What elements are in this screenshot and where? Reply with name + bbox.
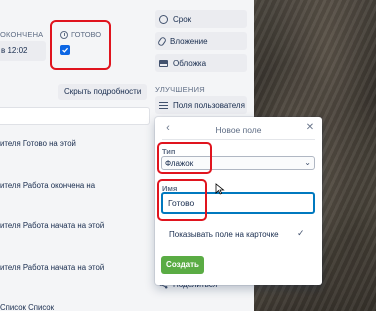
clock-icon [159,14,168,24]
comment-input[interactable] [0,107,150,125]
hide-details-button[interactable]: Скрыть подробности [58,84,148,100]
activity-item: ителя Работа начата на этой [0,263,104,272]
annotation-highlight [157,142,212,174]
annotation-highlight [157,179,207,221]
chevron-down-icon: ⌄ [304,158,311,167]
sidebar-button-custom-fields[interactable]: Поля пользователя [155,96,247,114]
activity-footer: Список Список [0,303,55,311]
activity-text: ителя Готово на этой [0,139,76,148]
annotation-highlight [50,20,111,70]
divider [162,139,315,140]
sidebar-button-label: Обложка [173,58,207,68]
sidebar-button-due[interactable]: Срок [155,10,247,28]
paperclip-icon [156,35,168,47]
activity-text: ителя Работа начата на этой [0,221,105,230]
sidebar-button-label: Вложение [170,36,208,46]
show-on-card-option[interactable]: Показывать поле на карточке [169,230,279,239]
popover-title: Новое поле [215,125,262,135]
mouse-cursor-icon [215,183,225,195]
sidebar-button-attachment[interactable]: Вложение [155,32,247,50]
due-date-button[interactable]: в 12:02 [0,41,46,61]
activity-text: ителя Работа окончена на [0,181,96,190]
card-cover-icon [159,59,168,67]
sidebar-button-cover[interactable]: Обложка [155,54,247,72]
checkmark-icon: ✓ [297,228,305,238]
new-field-popover: ‹ Новое поле ✕ Тип Флажок ⌄ Имя Готово П… [155,117,322,285]
custom-fields-icon [159,102,168,109]
activity-item: ителя Готово на этой [0,139,76,148]
create-button[interactable]: Создать [161,256,204,274]
sidebar-button-label: Срок [173,14,192,24]
sidebar-button-label: Поля пользователя [173,100,245,110]
power-ups-heading: УЛУЧШЕНИЯ [155,85,205,94]
activity-item: ителя Работа начата на этой [0,221,104,230]
activity-text: ителя Работа начата на этой [0,263,105,272]
close-icon[interactable]: ✕ [304,122,316,134]
activity-item: ителя Работа окончена на [0,181,95,190]
due-label: ОКОНЧЕНА [0,30,44,39]
